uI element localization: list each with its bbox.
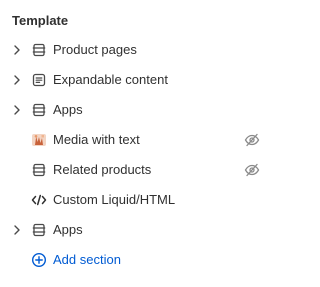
eye-hidden-icon[interactable]	[244, 132, 260, 148]
tree-item-label: Related products	[53, 162, 152, 177]
add-section-button[interactable]: Add section	[0, 245, 279, 275]
tree-item-label: Media with text	[53, 132, 140, 147]
tree-item-label: Apps	[53, 222, 83, 237]
add-section-label: Add section	[53, 252, 121, 267]
tree-item-label: Expandable content	[53, 72, 168, 87]
chevron-right-icon[interactable]	[11, 74, 23, 86]
code-icon	[31, 192, 47, 208]
section-icon	[31, 162, 47, 178]
image-thumbnail-icon	[31, 132, 47, 148]
tree-item-expandable-content[interactable]: Expandable content	[0, 65, 279, 95]
section-icon	[31, 102, 47, 118]
tree-item-apps-2[interactable]: Apps	[0, 215, 279, 245]
section-icon	[31, 222, 47, 238]
tree-item-label: Apps	[53, 102, 83, 117]
panel-heading: Template	[12, 13, 69, 28]
tree-item-apps[interactable]: Apps	[0, 95, 279, 125]
tree-item-related-products[interactable]: Related products	[0, 155, 279, 185]
tree-item-product-pages[interactable]: Product pages	[0, 35, 279, 65]
tree-item-label: Custom Liquid/HTML	[53, 192, 176, 207]
tree-item-label: Product pages	[53, 42, 137, 57]
chevron-right-icon[interactable]	[11, 224, 23, 236]
text-block-icon	[31, 72, 47, 88]
section-tree: Product pages Expandable content Apps Me…	[0, 35, 279, 275]
tree-item-custom-liquid[interactable]: Custom Liquid/HTML	[0, 185, 279, 215]
template-panel: Template Product pages Expandable conten…	[0, 0, 279, 287]
chevron-right-icon[interactable]	[11, 104, 23, 116]
section-icon	[31, 42, 47, 58]
eye-hidden-icon[interactable]	[244, 162, 260, 178]
chevron-right-icon[interactable]	[11, 44, 23, 56]
plus-circle-icon	[31, 252, 47, 268]
tree-item-media-with-text[interactable]: Media with text	[0, 125, 279, 155]
